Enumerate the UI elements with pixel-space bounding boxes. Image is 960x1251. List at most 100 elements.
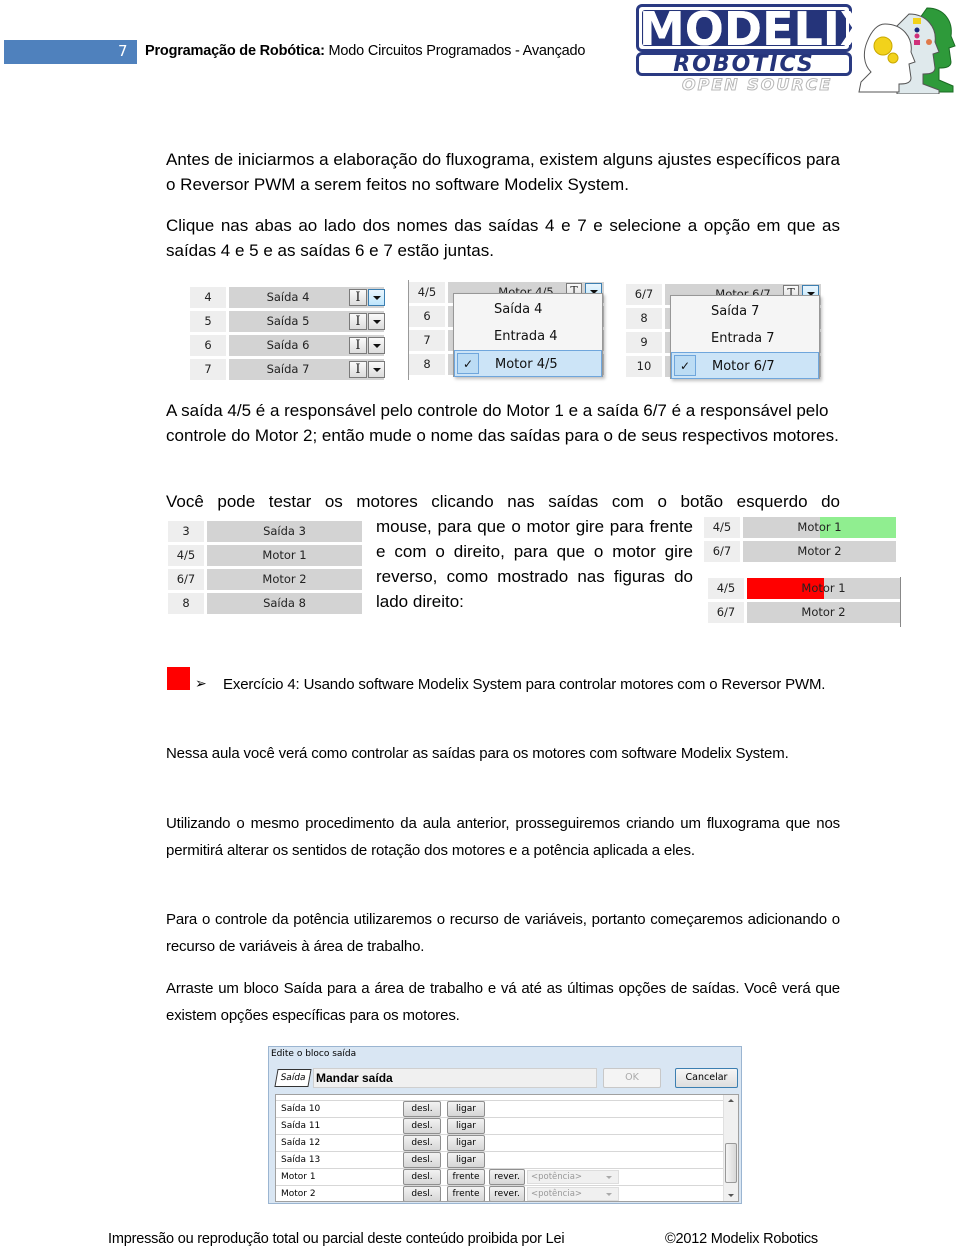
output-row: 6 Saída 6I xyxy=(190,335,385,356)
output-mode-menu: Saída 4 Entrada 4 ✓ Motor 4/5 xyxy=(453,293,603,377)
on-button[interactable]: ligar xyxy=(447,1135,485,1151)
output-name[interactable]: Saída 5 xyxy=(229,311,347,332)
list-scrollbar[interactable] xyxy=(723,1095,738,1201)
menu-item[interactable]: Saída 7 xyxy=(671,298,819,325)
cancel-button[interactable]: Cancelar xyxy=(675,1068,738,1088)
motor-name[interactable]: Motor 1 xyxy=(743,517,896,538)
output-name[interactable]: Motor 1 xyxy=(207,545,362,566)
on-button[interactable]: ligar xyxy=(447,1118,485,1134)
output-name[interactable]: Saída 6 xyxy=(229,335,347,356)
paragraph-test-motors-line1: Você pode testar os motores clicando nas… xyxy=(166,492,840,511)
reverse-button[interactable]: rever. xyxy=(489,1169,525,1185)
forward-button[interactable]: frente xyxy=(447,1186,485,1201)
dropdown-arrow-icon[interactable] xyxy=(368,289,385,306)
menu-item[interactable]: Entrada 4 xyxy=(454,323,602,350)
output-number: 6 xyxy=(409,306,445,327)
output-number: 8 xyxy=(168,593,204,614)
output-label: Motor 1 xyxy=(281,1172,316,1182)
motor-label: Motor 1 xyxy=(797,520,842,534)
motor-name[interactable]: Motor 2 xyxy=(743,541,896,562)
off-button[interactable]: desl. xyxy=(403,1135,441,1151)
dropdown-arrow-icon[interactable] xyxy=(368,361,385,378)
output-type-button[interactable]: I xyxy=(349,289,367,306)
outputs-list: Saída 10 desl. ligar Saída 11 desl. ligar Saíd… xyxy=(275,1094,739,1202)
motor-name[interactable]: Motor 1 xyxy=(747,578,900,599)
off-button[interactable]: desl. xyxy=(403,1169,441,1185)
menu-item[interactable]: Saída 4 xyxy=(454,296,602,323)
off-button[interactable]: desl. xyxy=(403,1101,441,1117)
output-type-button[interactable]: I xyxy=(349,313,367,330)
renamed-outputs-screenshot: 3 Saída 3 4/5 Motor 1 6/7 Motor 2 8 Saída 8 xyxy=(168,519,362,617)
paragraph-instructions: Clique nas abas ao lado dos nomes das sa… xyxy=(166,216,840,260)
output-number: 7 xyxy=(409,330,445,351)
off-button[interactable]: desl. xyxy=(403,1186,441,1201)
output-number: 6/7 xyxy=(704,541,740,562)
menu-item-label: Saída 7 xyxy=(711,304,760,319)
output-type-button[interactable]: I xyxy=(349,337,367,354)
paragraph-lesson-overview: Nessa aula você verá como controlar as s… xyxy=(166,745,789,762)
dropdown-arrow-icon[interactable] xyxy=(368,313,385,330)
output-label: Saída 10 xyxy=(281,1104,321,1114)
output-name[interactable]: Motor 2 xyxy=(207,569,362,590)
output-number: 4/5 xyxy=(409,282,445,303)
output-number: 7 xyxy=(190,359,226,380)
menu-item-label: Motor 6/7 xyxy=(712,359,775,374)
menu-item-label: Saída 4 xyxy=(494,302,543,317)
outputs-list-screenshot: 4 Saída 4 I 5 Saída 5 I 6 Saída 6 I 7 Saída 7I xyxy=(190,285,385,380)
on-button[interactable]: ligar xyxy=(447,1101,485,1117)
power-select[interactable]: <potência> xyxy=(527,1170,619,1184)
forward-button[interactable]: frente xyxy=(447,1169,485,1185)
output-name[interactable]: Saída 3 xyxy=(207,521,362,542)
paragraph-power-control: Para o controle da potência utilizaremos… xyxy=(166,911,840,955)
paragraph-motor-assignment: A saída 4/5 é a responsável pelo control… xyxy=(166,401,839,445)
output-block-tag: Saída xyxy=(274,1069,312,1087)
footer-copyright-notice: Impressão ou reprodução total ou parcial… xyxy=(108,1231,565,1247)
checkmark-icon: ✓ xyxy=(457,353,479,374)
logo-modelix-text: MODELIX xyxy=(639,2,876,56)
output-row: Saída 12 desl. ligar xyxy=(276,1134,724,1151)
output-67-menu-screenshot: 6/7 Motor 6/7 T 8 9 10 Saída 7 Entrada 7 ✓ Motor … xyxy=(626,282,822,380)
off-button[interactable]: desl. xyxy=(403,1152,441,1168)
motor-reverse-screenshot: 4/5 Motor 1 6/7 Motor 2 xyxy=(708,577,901,627)
ok-button[interactable]: OK xyxy=(603,1068,661,1088)
output-row: 5 Saída 5I xyxy=(190,311,385,332)
scroll-up-icon[interactable] xyxy=(728,1099,734,1102)
output-row: 3 Saída 3 xyxy=(168,521,362,542)
checkmark-icon: ✓ xyxy=(674,355,696,376)
output-row: 8 Saída 8 xyxy=(168,593,362,614)
output-row: 7 Saída 7I xyxy=(190,359,385,380)
output-number: 10 xyxy=(626,356,662,377)
dropdown-arrow-icon[interactable] xyxy=(368,337,385,354)
output-number: 4/5 xyxy=(168,545,204,566)
scrollbar-thumb[interactable] xyxy=(725,1143,737,1183)
paragraph-procedure: Utilizando o mesmo procedimento da aula … xyxy=(166,815,840,859)
output-number: 9 xyxy=(626,332,662,353)
motor-forward-screenshot: 4/5 Motor 1 6/7 Motor 2 xyxy=(704,516,896,563)
output-row: Saída 10 desl. ligar xyxy=(276,1100,724,1117)
menu-item[interactable]: ✓ Motor 6/7 xyxy=(671,352,819,379)
paragraph-drag-output: Arraste um bloco Saída para a área de tr… xyxy=(166,980,840,1024)
output-label: Motor 2 xyxy=(281,1189,316,1199)
menu-item-label: Motor 4/5 xyxy=(495,357,558,372)
reverse-button[interactable]: rever. xyxy=(489,1186,525,1201)
output-number: 3 xyxy=(168,521,204,542)
output-label: Saída 11 xyxy=(281,1121,321,1131)
exercise-marker xyxy=(167,667,190,690)
menu-item[interactable]: Entrada 7 xyxy=(671,325,819,352)
scroll-down-icon[interactable] xyxy=(728,1194,734,1197)
motor-name[interactable]: Motor 2 xyxy=(747,602,900,623)
on-button[interactable]: ligar xyxy=(447,1152,485,1168)
page-header-title: Programação de Robótica: Modo Circuitos … xyxy=(145,43,585,59)
power-select[interactable]: <potência> xyxy=(527,1187,619,1201)
block-name-field[interactable]: Mandar saída xyxy=(313,1068,597,1088)
output-name[interactable]: Saída 8 xyxy=(207,593,362,614)
exercise-title: Exercício 4: Usando software Modelix Sys… xyxy=(223,676,826,693)
output-name[interactable]: Saída 4 xyxy=(229,287,347,308)
output-number: 8 xyxy=(409,354,445,375)
output-name[interactable]: Saída 7 xyxy=(229,359,347,380)
off-button[interactable]: desl. xyxy=(403,1118,441,1134)
header-title-bold: Programação de Robótica: xyxy=(145,43,325,59)
output-type-button[interactable]: I xyxy=(349,361,367,378)
menu-item[interactable]: ✓ Motor 4/5 xyxy=(454,350,602,377)
output-number: 4/5 xyxy=(708,578,744,599)
